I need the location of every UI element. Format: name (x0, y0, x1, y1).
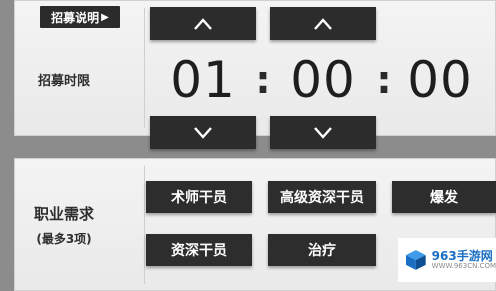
hour-down-button[interactable] (150, 116, 256, 149)
minute-down-button[interactable] (270, 116, 376, 149)
time-panel-divider (144, 8, 145, 128)
job-requirement-sublabel: (最多3项) (36, 232, 92, 246)
recruit-help-button[interactable]: 招募说明 ▶ (40, 6, 120, 28)
site-watermark: 963手游网 WWW.963CN.COM (398, 238, 496, 282)
minutes-display: 00 (290, 51, 356, 109)
job-requirement-label: 职业需求 (33, 205, 94, 223)
tag-caster-operator[interactable]: 术师干员 (146, 181, 252, 213)
chevron-up-icon (314, 17, 332, 30)
tag-top-operator[interactable]: 高级资深干员 (268, 181, 376, 213)
seconds-display: 00 (407, 51, 473, 109)
recruit-help-label: 招募说明 (51, 10, 100, 25)
chevron-down-icon (194, 126, 212, 139)
chevron-up-icon (194, 17, 212, 30)
time-limit-label: 招募时限 (37, 74, 90, 89)
cube-logo-icon (405, 250, 426, 270)
tag-healing[interactable]: 治疗 (268, 234, 376, 266)
hours-display: 01 (170, 51, 236, 109)
triangle-right-icon: ▶ (101, 11, 109, 23)
chevron-down-icon (314, 126, 332, 139)
minute-up-button[interactable] (270, 7, 376, 40)
watermark-url: WWW.963CN.COM (431, 261, 496, 270)
tag-nuker[interactable]: 爆发 (392, 181, 496, 213)
watermark-brand: 963手游网 (431, 248, 493, 263)
job-panel-divider (144, 166, 145, 284)
hour-up-button[interactable] (150, 7, 256, 40)
tag-senior-operator[interactable]: 资深干员 (146, 234, 252, 266)
